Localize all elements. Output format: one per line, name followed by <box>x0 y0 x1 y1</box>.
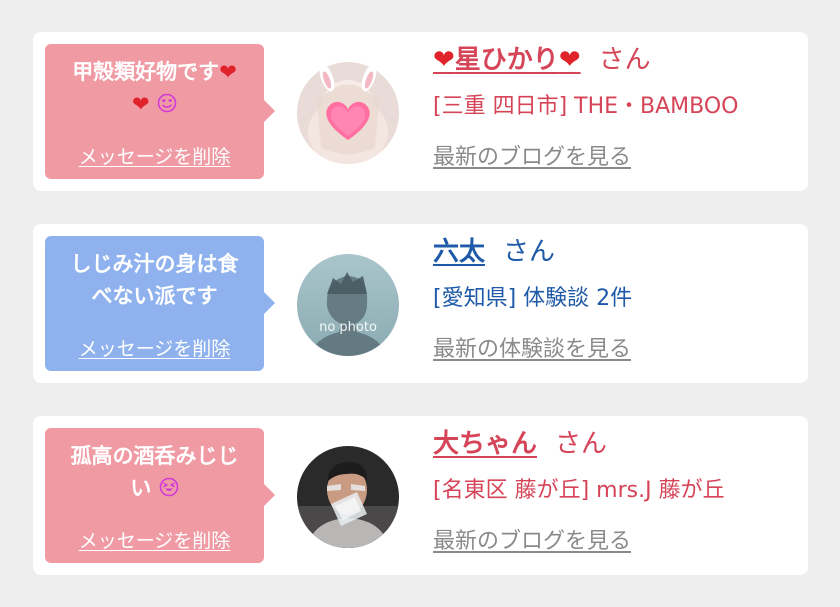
message-bubble: しじみ汁の身は食 べない派です メッセージを削除 <box>45 236 275 371</box>
heart-icon: ❤ <box>433 45 455 75</box>
message-bubble: 甲殻類好物です❤ ❤ メッセージを削除 <box>45 44 275 179</box>
message-line: 甲殻類好物です <box>72 60 220 84</box>
user-subtitle: [愛知県] 体験談 2件 <box>433 286 633 311</box>
name-line: ❤星ひかり❤ さん <box>433 42 798 80</box>
message-card: 孤高の酒呑みじじ い メッセージを削除 大ちゃん さん [名東区 藤が丘] mr… <box>33 416 808 575</box>
heart-icon: ❤ <box>219 60 237 84</box>
delete-message-link[interactable]: メッセージを削除 <box>45 526 264 553</box>
message-line: い <box>130 476 152 500</box>
user-info: 大ちゃん さん [名東区 藤が丘] mrs.J 藤が丘 最新のブログを見る <box>433 426 798 555</box>
honorific: さん <box>503 237 556 267</box>
message-card: しじみ汁の身は食 べない派です メッセージを削除 no photo 六太 さん [… <box>33 224 808 383</box>
latest-blog-link[interactable]: 最新のブログを見る <box>433 523 631 555</box>
heart-icon: ❤ <box>558 45 581 75</box>
message-text: しじみ汁の身は食 べない派です <box>53 248 256 312</box>
name-line: 六太 さん <box>433 234 798 272</box>
no-photo-label: no photo <box>319 320 377 335</box>
user-subtitle: [名東区 藤が丘] mrs.J 藤が丘 <box>433 478 725 503</box>
heart-eyes-icon <box>157 93 177 116</box>
honorific: さん <box>598 45 651 75</box>
user-name-link[interactable]: 大ちゃん <box>433 429 537 459</box>
avatar[interactable] <box>297 446 399 548</box>
name-line: 大ちゃん さん <box>433 426 798 464</box>
latest-review-link[interactable]: 最新の体験談を見る <box>433 331 631 363</box>
user-name: 星ひかり <box>454 45 559 75</box>
user-info: 六太 さん [愛知県] 体験談 2件 最新の体験談を見る <box>433 234 798 363</box>
heart-icon: ❤ <box>132 92 150 116</box>
laughing-icon <box>159 477 179 500</box>
message-text: 甲殻類好物です❤ ❤ <box>53 56 256 122</box>
message-line: しじみ汁の身は食 <box>70 252 239 276</box>
honorific: さん <box>555 429 608 459</box>
message-bubble: 孤高の酒呑みじじ い メッセージを削除 <box>45 428 275 563</box>
message-card: 甲殻類好物です❤ ❤ メッセージを削除 ❤星ひかり❤ さん [三重 四日市] T… <box>33 32 808 191</box>
message-text: 孤高の酒呑みじじ い <box>53 440 256 506</box>
delete-message-link[interactable]: メッセージを削除 <box>45 142 264 169</box>
avatar[interactable]: no photo <box>297 254 399 356</box>
message-line: べない派です <box>91 284 218 308</box>
message-line: 孤高の酒呑みじじ <box>70 444 239 468</box>
avatar[interactable] <box>297 62 399 164</box>
user-info: ❤星ひかり❤ さん [三重 四日市] THE・BAMBOO 最新のブログを見る <box>433 42 798 171</box>
user-name-link[interactable]: ❤星ひかり❤ <box>433 45 581 75</box>
user-name-link[interactable]: 六太 <box>433 237 485 267</box>
delete-message-link[interactable]: メッセージを削除 <box>45 334 264 361</box>
latest-blog-link[interactable]: 最新のブログを見る <box>433 139 631 171</box>
user-subtitle: [三重 四日市] THE・BAMBOO <box>433 94 739 119</box>
